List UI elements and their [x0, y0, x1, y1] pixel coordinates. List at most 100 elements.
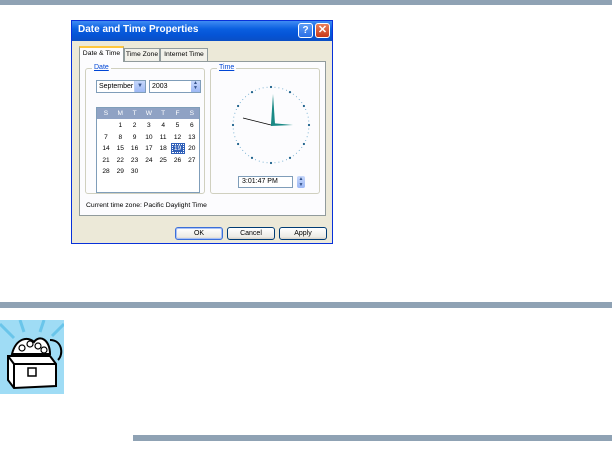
calendar-day[interactable]: 8	[113, 132, 127, 143]
top-rule	[0, 0, 612, 5]
clock-tick	[236, 104, 240, 108]
clock-tick	[278, 161, 280, 163]
clock-tick	[236, 142, 240, 146]
clock-tick	[282, 88, 284, 90]
spin-down-icon[interactable]: ▼	[191, 86, 200, 91]
calendar-day[interactable]: 27	[185, 155, 199, 166]
analog-clock	[221, 79, 321, 165]
calendar-day[interactable]: 30	[128, 166, 142, 177]
section-rule	[0, 302, 612, 308]
clock-tick	[258, 88, 260, 90]
date-group: Date September ▼ 2003 ▲ ▼ SMTWTFS1234567…	[85, 64, 205, 194]
calendar-day[interactable]: 25	[156, 155, 170, 166]
clock-tick	[305, 139, 307, 141]
date-group-label: Date	[92, 64, 111, 71]
time-spin-buttons[interactable]: ▲ ▼	[297, 176, 305, 188]
treasure-chest-icon	[0, 320, 64, 394]
clock-tick	[242, 99, 244, 101]
clock-tick	[234, 136, 236, 138]
clock-tick	[302, 142, 306, 146]
weekday-label: T	[161, 110, 166, 117]
clock-tick	[266, 86, 268, 88]
clock-tick	[262, 87, 264, 89]
spin-down-icon[interactable]: ▼	[297, 182, 305, 188]
clock-tick	[233, 132, 235, 134]
tab-date-time[interactable]: Date & Time	[79, 46, 124, 62]
calendar-day[interactable]: 22	[113, 155, 127, 166]
calendar-day[interactable]: 13	[185, 132, 199, 143]
help-button[interactable]: ?	[298, 23, 313, 38]
calendar-day[interactable]: 11	[156, 132, 170, 143]
time-group-label: Time	[217, 64, 237, 71]
weekday-label: M	[117, 110, 124, 117]
clock-tick	[308, 120, 310, 122]
calendar-day[interactable]: 21	[99, 155, 113, 166]
close-button[interactable]: ✕	[315, 23, 330, 38]
clock-tick	[232, 128, 234, 130]
ok-button[interactable]: OK	[175, 227, 223, 240]
clock-tick	[307, 116, 309, 118]
calendar-day[interactable]: 3	[142, 120, 156, 131]
clock-tick	[308, 128, 310, 130]
clock-tick	[285, 159, 287, 161]
calendar-day[interactable]: 26	[171, 155, 185, 166]
calendar-day[interactable]: 17	[142, 143, 156, 154]
calendar-day[interactable]: 18	[156, 143, 170, 154]
clock-tick	[239, 102, 241, 104]
weekday-label: S	[103, 110, 109, 117]
calendar-day[interactable]: 14	[99, 143, 113, 154]
clock-tick	[250, 156, 254, 160]
calendar-day[interactable]: 6	[185, 120, 199, 131]
month-select[interactable]: September ▼	[96, 80, 146, 93]
calendar-day[interactable]: 4	[156, 120, 170, 131]
calendar-day[interactable]: 9	[128, 132, 142, 143]
calendar-day[interactable]: 1	[113, 120, 127, 131]
apply-button[interactable]: Apply	[279, 227, 327, 240]
calendar-day[interactable]: 5	[171, 120, 185, 131]
title-bar[interactable]: Date and Time Properties ? ✕	[72, 21, 332, 41]
weekday-label: F	[175, 110, 180, 117]
month-value: September	[99, 83, 134, 90]
calendar-day[interactable]: 12	[171, 132, 185, 143]
clock-tick	[250, 90, 254, 94]
calendar-day[interactable]: 23	[128, 155, 142, 166]
dialog-title: Date and Time Properties	[78, 24, 199, 35]
calendar-day[interactable]: 7	[99, 132, 113, 143]
clock-tick	[258, 160, 260, 162]
calendar-day[interactable]: 24	[142, 155, 156, 166]
month-calendar[interactable]: S M T W T F S 1 2 3 4 5 6 7 8 9 10 11 12 13 14 15 16 17 18 19 20 21…	[96, 107, 200, 193]
calendar-day[interactable]: 10	[142, 132, 156, 143]
calendar-day[interactable]: 28	[99, 166, 113, 177]
clock-tick	[306, 136, 308, 138]
tab-internet-time[interactable]: Internet Time	[160, 48, 208, 61]
clock-tick	[274, 162, 276, 164]
time-input[interactable]: 3:01:47 PM	[238, 176, 293, 188]
clock-tick	[288, 156, 292, 160]
calendar-day[interactable]: 29	[113, 166, 127, 177]
calendar-day[interactable]: 16	[128, 143, 142, 154]
calendar-day[interactable]: 15	[113, 143, 127, 154]
clock-face-icon	[231, 85, 311, 165]
clock-tick	[278, 87, 280, 89]
year-stepper[interactable]: 2003 ▲ ▼	[149, 80, 201, 93]
calendar-day-selected[interactable]: 19	[170, 143, 185, 155]
weekday-label: S	[189, 110, 194, 117]
calendar-day[interactable]: 2	[128, 120, 142, 131]
calendar-day[interactable]: 20	[185, 143, 199, 154]
second-hand	[242, 117, 272, 126]
date-time-tab-panel: Date September ▼ 2003 ▲ ▼ SMTWTFS1234567…	[79, 61, 326, 216]
clock-tick	[235, 109, 237, 111]
year-spin-buttons[interactable]: ▲ ▼	[191, 81, 200, 92]
clock-tick	[255, 89, 257, 91]
clock-tick	[269, 85, 273, 89]
clock-tick	[306, 112, 308, 114]
chevron-down-icon[interactable]: ▼	[134, 81, 145, 92]
clock-tick	[248, 155, 250, 157]
clock-tick	[235, 139, 237, 141]
tab-time-zone[interactable]: Time Zone	[124, 48, 160, 61]
clock-tick	[239, 146, 241, 148]
cancel-button[interactable]: Cancel	[227, 227, 275, 240]
clock-tick	[285, 89, 287, 91]
clock-tick	[266, 162, 268, 164]
clock-tick	[301, 102, 303, 104]
